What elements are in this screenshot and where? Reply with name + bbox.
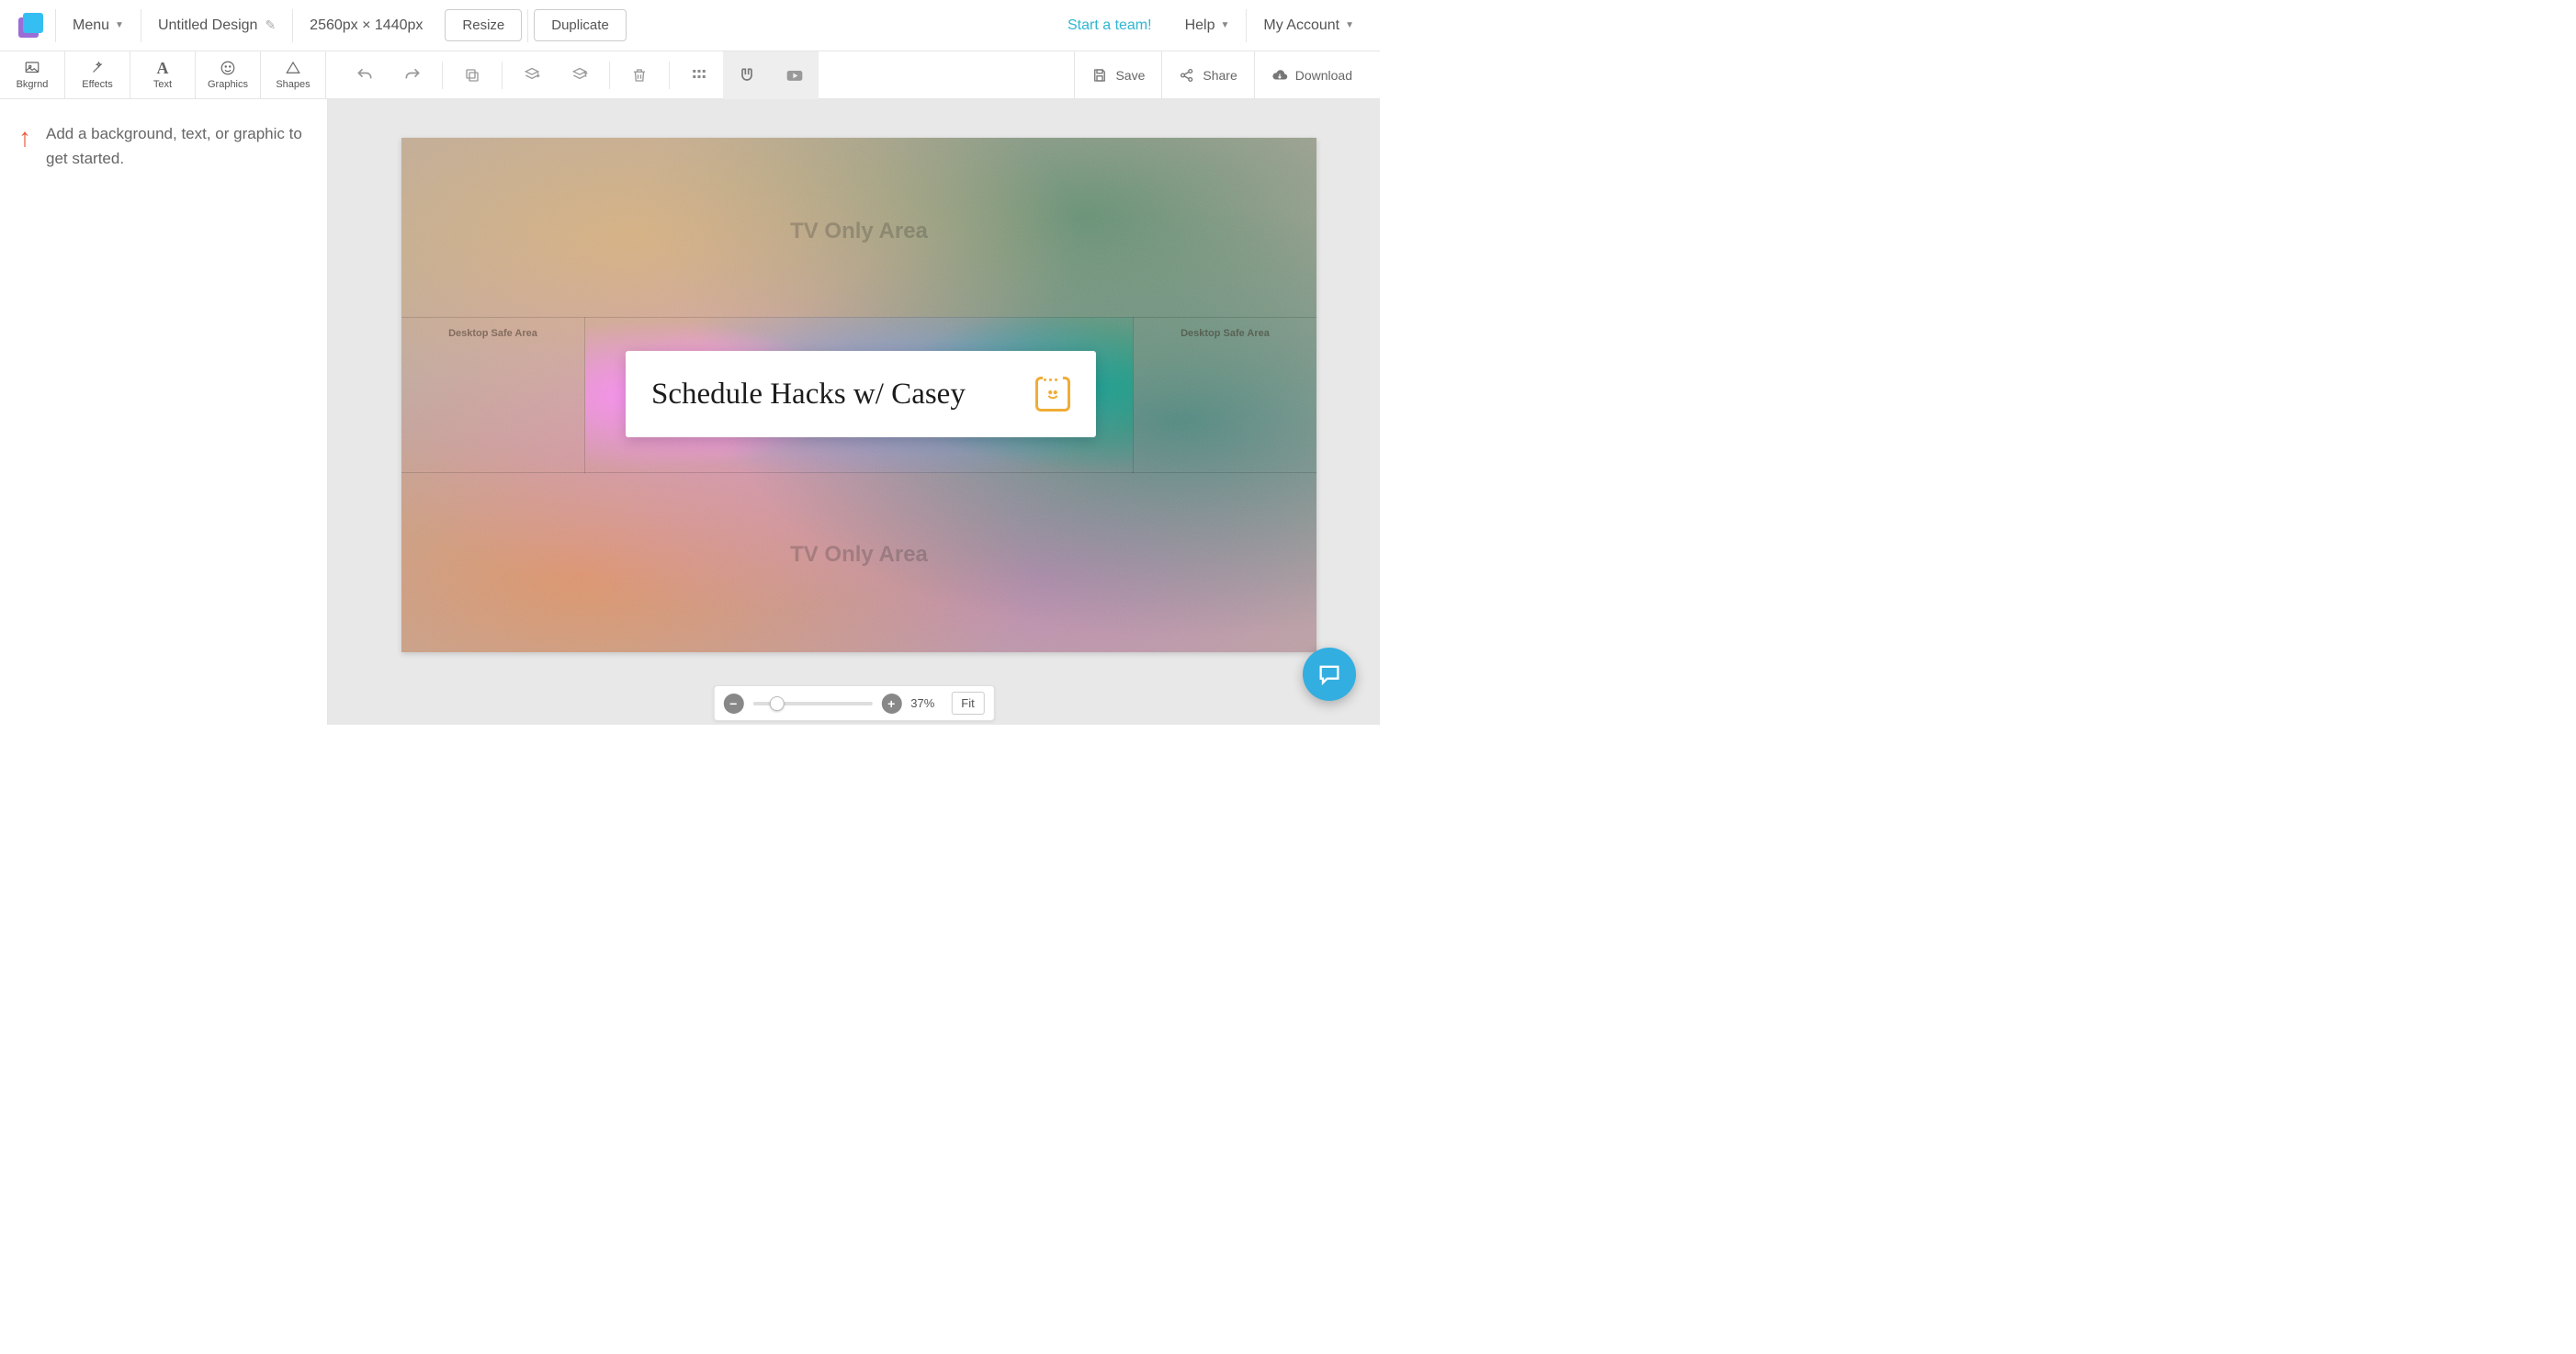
copy-icon <box>464 67 480 84</box>
desktop-safe-right: Desktop Safe Area <box>1133 317 1316 473</box>
delete-button[interactable] <box>616 51 663 99</box>
tv-area-label-top: TV Only Area <box>401 219 1316 244</box>
file-actions: Save Share Download <box>1074 51 1380 99</box>
zoom-in-button[interactable]: + <box>881 694 901 714</box>
zoom-out-button[interactable]: − <box>723 694 743 714</box>
divider <box>502 62 503 89</box>
download-label: Download <box>1295 68 1352 83</box>
download-icon <box>1271 67 1288 84</box>
copy-button[interactable] <box>448 51 496 99</box>
divider <box>527 9 528 42</box>
tab-label: Text <box>153 79 172 90</box>
title-card[interactable]: Schedule Hacks w/ Casey <box>626 351 1096 437</box>
tab-effects[interactable]: Effects <box>65 51 130 99</box>
tab-graphics[interactable]: Graphics <box>196 51 261 99</box>
chat-icon <box>1316 661 1342 687</box>
resize-button[interactable]: Resize <box>445 9 522 41</box>
redo-button[interactable] <box>389 51 436 99</box>
undo-button[interactable] <box>341 51 389 99</box>
trash-icon <box>631 67 648 84</box>
tab-text[interactable]: A Text <box>130 51 196 99</box>
tab-label: Bkgrnd <box>17 79 49 90</box>
download-button[interactable]: Download <box>1254 51 1369 99</box>
tv-area-label-bottom: TV Only Area <box>401 542 1316 568</box>
snap-button[interactable] <box>723 51 771 99</box>
undo-icon <box>356 66 374 85</box>
zoom-fit-button[interactable]: Fit <box>951 692 984 715</box>
menu-label: Menu <box>73 17 109 34</box>
zoom-value: 37% <box>910 696 942 710</box>
left-sidebar: ↑ Add a background, text, or graphic to … <box>0 99 328 725</box>
redo-icon <box>403 66 422 85</box>
share-button[interactable]: Share <box>1161 51 1253 99</box>
caret-down-icon: ▼ <box>1345 20 1354 30</box>
zoom-slider-knob[interactable] <box>769 696 784 711</box>
tab-label: Effects <box>82 79 112 90</box>
smiley-badge-icon <box>1035 377 1070 412</box>
design-title: Untitled Design <box>158 17 258 34</box>
account-label: My Account <box>1263 17 1339 34</box>
layers-up-icon <box>571 66 589 85</box>
channel-title-text: Schedule Hacks w/ Casey <box>651 378 966 412</box>
menu-dropdown[interactable]: Menu ▼ <box>56 0 141 51</box>
youtube-safe-button[interactable] <box>771 51 819 99</box>
canvas-dimensions: 2560px × 1440px <box>293 0 439 51</box>
smiley-icon <box>220 60 236 76</box>
share-icon <box>1179 67 1195 84</box>
wand-icon <box>89 60 106 76</box>
tab-shapes[interactable]: Shapes <box>261 51 326 99</box>
caret-down-icon: ▼ <box>1220 20 1229 30</box>
pencil-icon: ✎ <box>265 17 276 33</box>
zoom-slider[interactable] <box>752 702 872 705</box>
divider <box>442 62 443 89</box>
grid-icon <box>691 67 707 84</box>
account-dropdown[interactable]: My Account ▼ <box>1247 0 1371 51</box>
sidebar-tab-strip: Bkgrnd Effects A Text Graphics Shapes <box>0 51 326 99</box>
zoom-controls: − + 37% Fit <box>713 685 994 721</box>
divider <box>609 62 610 89</box>
canvas-area[interactable]: TV Only Area TV Only Area Desktop Safe A… <box>328 99 1380 725</box>
tab-background[interactable]: Bkgrnd <box>0 51 65 99</box>
design-title-button[interactable]: Untitled Design ✎ <box>141 0 292 51</box>
grid-button[interactable] <box>675 51 723 99</box>
magnet-icon <box>738 66 756 85</box>
empty-hint: ↑ Add a background, text, or graphic to … <box>18 121 309 171</box>
top-header: Menu ▼ Untitled Design ✎ 2560px × 1440px… <box>0 0 1380 51</box>
help-dropdown[interactable]: Help ▼ <box>1169 0 1247 51</box>
toolbar: Bkgrnd Effects A Text Graphics Shapes <box>0 51 1380 99</box>
text-icon: A <box>154 60 171 76</box>
help-chat-button[interactable] <box>1303 648 1356 701</box>
arrow-up-icon: ↑ <box>18 121 31 151</box>
main-area: ↑ Add a background, text, or graphic to … <box>0 99 1380 725</box>
image-icon <box>24 60 40 76</box>
layer-up-button[interactable] <box>556 51 604 99</box>
caret-down-icon: ▼ <box>115 20 124 30</box>
tab-label: Shapes <box>276 79 310 90</box>
layers-down-icon <box>523 66 541 85</box>
triangle-icon <box>285 60 301 76</box>
help-label: Help <box>1185 17 1215 34</box>
edit-tools <box>326 51 819 99</box>
save-button[interactable]: Save <box>1074 51 1161 99</box>
hint-text: Add a background, text, or graphic to ge… <box>46 121 309 171</box>
desktop-safe-left: Desktop Safe Area <box>401 317 585 473</box>
save-label: Save <box>1115 68 1145 83</box>
divider <box>669 62 670 89</box>
app-logo[interactable] <box>17 12 44 39</box>
layer-down-button[interactable] <box>508 51 556 99</box>
start-team-link[interactable]: Start a team! <box>1051 0 1169 51</box>
youtube-icon <box>785 66 804 85</box>
save-icon <box>1091 67 1108 84</box>
share-label: Share <box>1203 68 1237 83</box>
tab-label: Graphics <box>208 79 248 90</box>
artboard[interactable]: TV Only Area TV Only Area Desktop Safe A… <box>401 138 1316 652</box>
duplicate-button[interactable]: Duplicate <box>534 9 627 41</box>
